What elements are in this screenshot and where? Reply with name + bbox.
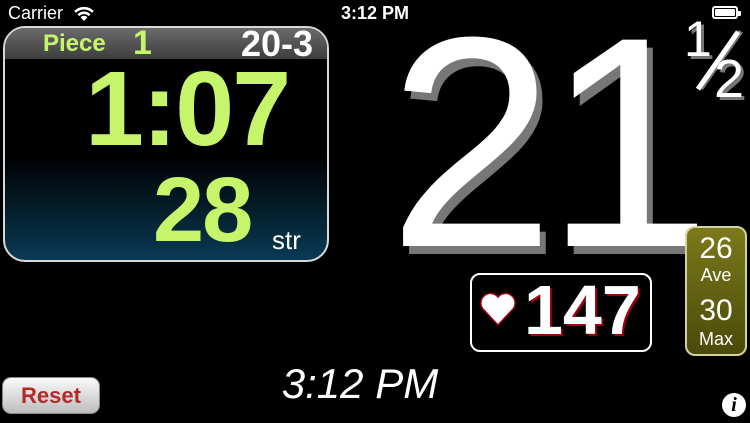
monitor-panel[interactable]: Piece 1 20-3 1:07 28 str (3, 26, 329, 262)
info-icon[interactable]: i (722, 393, 746, 417)
fraction-denominator: 2 (714, 49, 745, 109)
ave-value: 26 (699, 232, 733, 265)
heart-rate-box[interactable]: 147 (470, 273, 652, 352)
heart-rate-value: 147 (524, 271, 641, 349)
ave-label: Ave (700, 265, 732, 285)
stroke-rate: 28 (153, 159, 253, 261)
stroke-stats-box[interactable]: 26 Ave 30 Max (685, 226, 747, 356)
heart-icon (480, 292, 516, 327)
reset-button[interactable]: Reset (2, 377, 100, 414)
pace-fraction: 1 2 (678, 11, 746, 109)
max-label: Max (698, 329, 733, 349)
pace-value: 21 (388, 0, 712, 310)
stroke-rate-unit: str (272, 225, 301, 255)
fraction-numerator: 1 (684, 11, 712, 67)
current-time: 3:12 PM (281, 360, 439, 407)
elapsed-time: 1:07 (85, 50, 291, 168)
max-value: 30 (699, 294, 733, 327)
